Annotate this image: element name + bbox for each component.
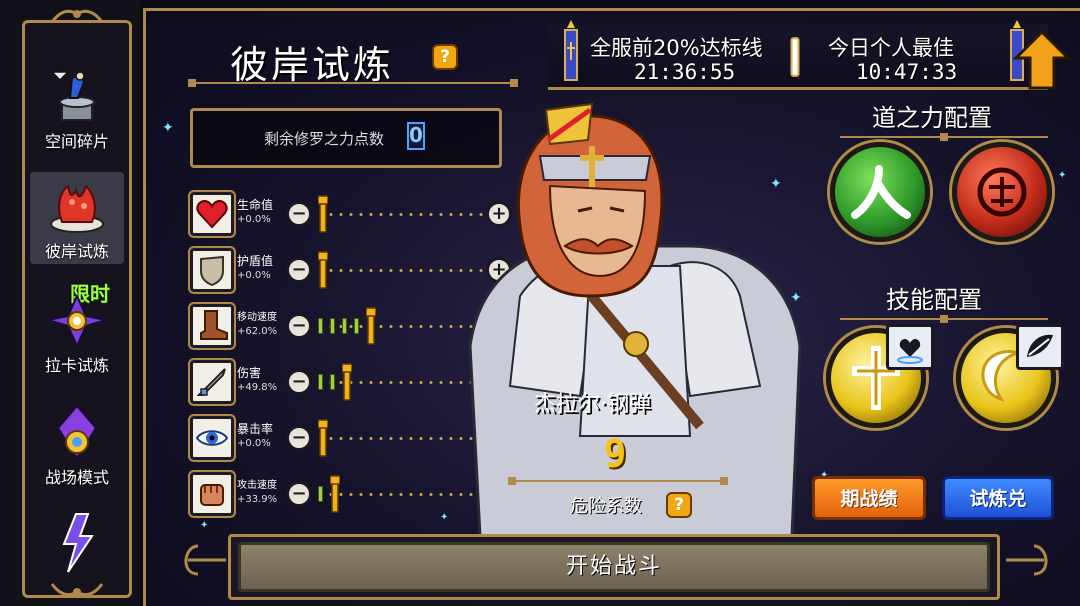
candle-icon [564,20,578,81]
sidebar: 空间碎片 彼岸试炼 限时 拉卡试炼 战场模式 [0,0,140,606]
heart-icon [190,192,234,236]
character-portrait [468,114,802,536]
stat-fill-segment [318,374,323,390]
personal-best-time: 10:47:33 [856,60,958,84]
tab-label: 拉卡试炼 [44,356,109,375]
slider-knob-icon[interactable] [330,474,340,514]
ornament-icon [188,79,518,87]
stat-percent: +49.8% [237,382,278,393]
stat-name: 移动速度 [237,312,277,323]
tab-coral-trial[interactable]: 彼岸试炼 [30,172,124,264]
human-glyph-icon [851,165,911,219]
stat-fill-segment [318,318,323,334]
ornament-icon [50,9,104,23]
ornament-icon [1006,544,1048,576]
stat-name: 生命值 [237,198,274,212]
trial-exchange-button[interactable]: 试炼兑 [942,476,1054,520]
danger-value: 9 [603,432,627,476]
skill-config-title: 技能配置 [886,286,982,314]
points-label: 剩余修罗之力点数 [264,130,385,148]
eye-icon [190,416,234,460]
power-orb-human[interactable] [830,142,930,242]
decrease-button[interactable]: − [286,369,312,395]
ornament-icon [50,583,104,597]
feather-icon [1027,334,1053,357]
sword-icon [190,360,234,404]
ornament-icon [508,477,728,485]
decrease-button[interactable]: − [286,481,312,507]
danger-help-icon[interactable]: ? [666,492,692,518]
decrease-button[interactable]: − [286,201,312,227]
server-threshold-time: 21:36:55 [634,60,736,84]
laka-trial-icon [47,293,107,349]
coral-trial-icon [50,184,104,233]
skill-tag-hearts[interactable] [886,324,934,370]
stat-name: 攻击速度 [237,480,277,491]
candle-icon [790,37,800,77]
stat-percent: +0.0% [237,214,271,225]
personal-best-label: 今日个人最佳 [828,36,954,60]
help-icon[interactable]: ? [432,44,458,70]
grade-seal-icon [544,102,594,146]
slider-knob-icon[interactable] [342,362,352,402]
stat-percent: +33.9% [237,494,278,505]
stat-fill-segment [318,486,323,502]
ornament-icon [840,315,1048,323]
stat-percent: +62.0% [237,326,278,337]
stat-percent: +0.0% [237,270,271,281]
stat-fill-segment [330,374,335,390]
tab-lightning-mode[interactable] [30,502,124,576]
tab-battlefield-mode[interactable]: 战场模式 [30,398,124,490]
server-threshold-label: 全服前20%达标线 [590,36,763,60]
character-name: 杰拉尔·钢弹 [534,392,651,417]
decrease-button[interactable]: − [286,313,312,339]
danger-label: 危险系数 [570,496,642,517]
fist-icon [190,472,234,516]
decrease-button[interactable]: − [286,425,312,451]
points-value: 0 [407,122,425,150]
hearts-icon [897,339,923,364]
power-config-title: 道之力配置 [872,104,992,132]
up-arrow-icon[interactable] [1012,28,1072,92]
boot-icon [190,304,234,348]
stat-fill-segment [342,318,347,334]
tab-label: 空间碎片 [44,132,109,151]
stat-name: 暴击率 [237,422,274,436]
season-record-button[interactable]: 期战绩 [812,476,926,520]
slider-knob-icon[interactable] [366,306,376,346]
shield-icon [190,248,234,292]
skill-tag-feather[interactable] [1016,324,1064,370]
tab-space-fragment[interactable]: 空间碎片 [30,62,124,154]
stat-name: 护盾值 [237,254,274,268]
lightning-mode-icon [62,513,94,573]
slider-knob-icon[interactable] [318,250,328,290]
tab-label: 彼岸试炼 [44,242,109,261]
ornament-icon [840,133,1048,141]
space-fragment-icon [50,71,95,121]
stat-name: 伤害 [237,366,262,380]
demon-seal-icon [977,167,1027,217]
power-orb-demon[interactable] [952,142,1052,242]
tab-label: 战场模式 [44,468,109,487]
decrease-button[interactable]: − [286,257,312,283]
tab-laka-trial[interactable]: 拉卡试炼 [30,286,124,378]
slider-knob-icon[interactable] [318,194,328,234]
stat-fill-segment [354,318,359,334]
slider-knob-icon[interactable] [318,418,328,458]
start-battle-button[interactable]: 开始战斗 [238,542,990,592]
stat-percent: +0.0% [237,438,271,449]
stat-fill-segment [330,318,335,334]
ornament-icon [184,544,226,576]
battlefield-mode-icon [56,404,98,460]
